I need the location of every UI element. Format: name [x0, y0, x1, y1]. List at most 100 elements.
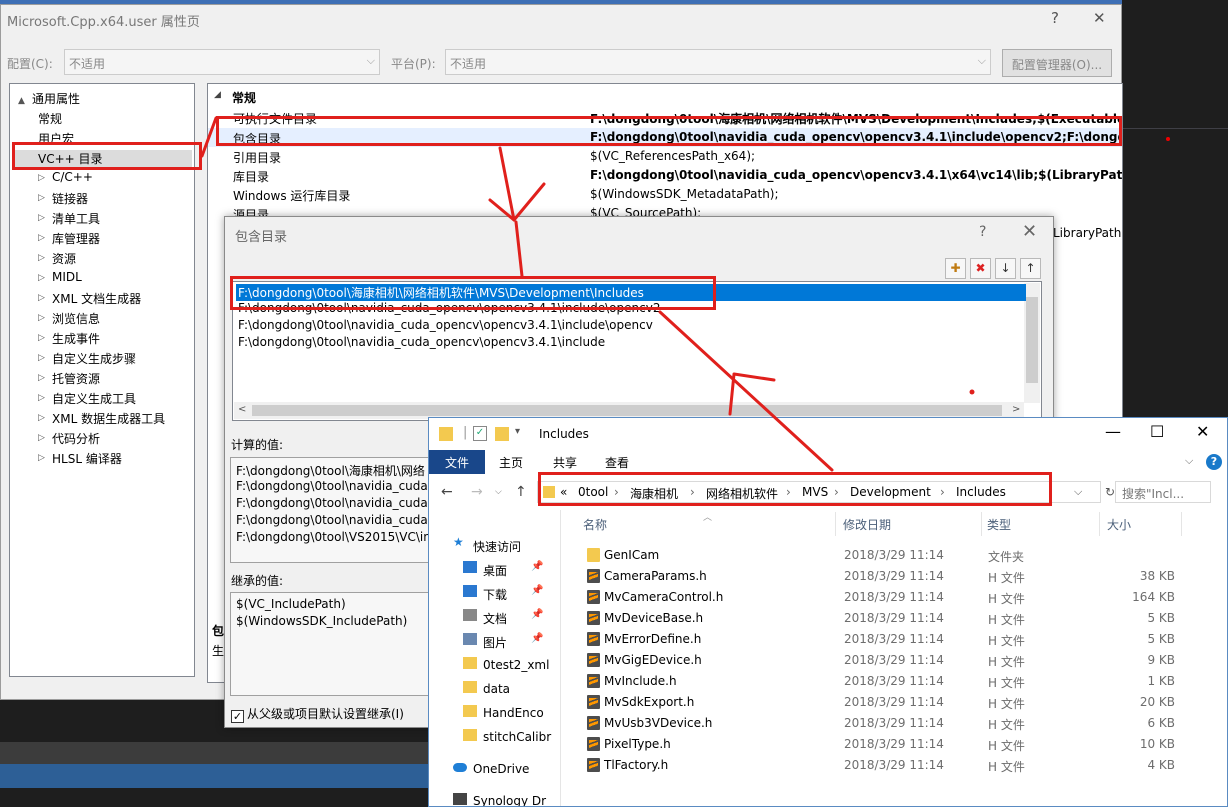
scroll-right-icon[interactable]: > [1012, 404, 1020, 415]
up-icon[interactable]: ↑ [515, 484, 527, 500]
file-row[interactable]: MvErrorDefine.h 2018/3/29 11:14 H 文件 5 KB [565, 629, 1225, 650]
breadcrumb-item[interactable]: 海康相机 [630, 485, 678, 502]
expand-icon[interactable]: ▷ [38, 233, 52, 243]
expand-icon[interactable]: ▷ [38, 433, 52, 443]
customize-toolbar-icon[interactable]: ▾ [515, 426, 520, 437]
new-folder-icon[interactable] [495, 427, 509, 441]
collapse-icon[interactable]: ▲ [18, 96, 32, 106]
expand-icon[interactable]: ▷ [38, 353, 52, 363]
chevron-down-icon[interactable]: ⌵ [1185, 454, 1193, 468]
tree-item[interactable]: ▷ MIDL [12, 270, 192, 290]
nav-item[interactable]: stitchCalibr [429, 726, 560, 748]
tree-item[interactable]: ▷ 库管理器 [12, 230, 192, 250]
tree-item[interactable]: ▷ 清单工具 [12, 210, 192, 230]
breadcrumb-item[interactable]: MVS [802, 485, 828, 499]
configuration-manager-button[interactable]: 配置管理器(O)... [1002, 49, 1112, 77]
expand-icon[interactable]: ▷ [38, 393, 52, 403]
chevron-down-icon[interactable]: ⌵ [1074, 485, 1082, 499]
properties-icon[interactable]: ✓ [473, 426, 487, 441]
help-button[interactable]: ? [979, 224, 986, 240]
include-path-list[interactable]: < > F:\dongdong\0tool\海康相机\网络相机软件\MVS\De… [232, 281, 1042, 421]
file-row[interactable]: MvGigEDevice.h 2018/3/29 11:14 H 文件 9 KB [565, 650, 1225, 671]
column-type[interactable]: 类型 [987, 516, 1011, 533]
grid-row[interactable]: 库目录 F:\dongdong\0tool\navidia_cuda_opencv… [208, 166, 1122, 185]
scroll-left-icon[interactable]: < [238, 404, 246, 415]
file-row[interactable]: GenICam 2018/3/29 11:14 文件夹 [565, 545, 1225, 566]
expand-icon[interactable]: ▷ [38, 173, 52, 183]
expand-icon[interactable]: ▷ [38, 413, 52, 423]
tree-item[interactable]: ▷ 代码分析 [12, 430, 192, 450]
maximize-icon[interactable]: ☐ [1150, 422, 1164, 441]
include-path-item[interactable]: F:\dongdong\0tool\海康相机\网络相机软件\MVS\Develo… [236, 284, 1026, 301]
column-separator[interactable] [981, 512, 982, 536]
pin-icon[interactable]: 📌 [531, 585, 543, 596]
column-separator[interactable] [835, 512, 836, 536]
nav-item[interactable]: 0test2_xml [429, 654, 560, 676]
file-row[interactable]: MvCameraControl.h 2018/3/29 11:14 H 文件 164 … [565, 587, 1225, 608]
expand-icon[interactable]: ▷ [38, 313, 52, 323]
expand-icon[interactable]: ▷ [38, 273, 52, 283]
nav-item[interactable]: Synology Dr [429, 790, 560, 806]
column-separator[interactable] [1181, 512, 1182, 536]
file-row[interactable]: MvSdkExport.h 2018/3/29 11:14 H 文件 20 KB [565, 692, 1225, 713]
column-separator[interactable] [1099, 512, 1100, 536]
expand-icon[interactable]: ▷ [38, 253, 52, 263]
tree-item[interactable]: ▷ 自定义生成工具 [12, 390, 192, 410]
expand-icon[interactable]: ▷ [38, 333, 52, 343]
nav-item[interactable]: ★ 快速访问 [429, 534, 560, 556]
minimize-icon[interactable]: — [1105, 422, 1121, 441]
breadcrumb-item[interactable]: 0tool [578, 485, 608, 499]
tree-item[interactable]: ▲ 通用属性 [12, 90, 192, 110]
pin-icon[interactable]: 📌 [531, 561, 543, 572]
chevron-right-icon[interactable]: › [614, 485, 619, 499]
forward-icon[interactable]: → [471, 484, 483, 500]
include-path-item[interactable]: F:\dongdong\0tool\navidia_cuda_opencv\op… [236, 318, 1026, 335]
tree-item[interactable]: VC++ 目录 [12, 150, 192, 170]
configuration-combo[interactable]: 不适用 ⌵ [64, 49, 380, 75]
grid-row[interactable]: 引用目录 $(VC_ReferencesPath_x64); [208, 147, 1122, 166]
refresh-icon[interactable]: ↻ [1105, 485, 1115, 499]
file-row[interactable]: MvUsb3VDevice.h 2018/3/29 11:14 H 文件 6 KB [565, 713, 1225, 734]
file-row[interactable]: MvInclude.h 2018/3/29 11:14 H 文件 1 KB [565, 671, 1225, 692]
collapse-icon[interactable]: ◢ [214, 90, 221, 100]
expand-icon[interactable]: ▷ [38, 193, 52, 203]
tree-item[interactable]: ▷ 资源 [12, 250, 192, 270]
expand-icon[interactable]: ▷ [38, 373, 52, 383]
column-name[interactable]: 名称 [583, 516, 607, 533]
close-icon[interactable]: ✕ [1196, 422, 1209, 441]
checkbox-icon[interactable]: ✓ [231, 710, 244, 723]
tree-item[interactable]: ▷ 浏览信息 [12, 310, 192, 330]
include-path-item[interactable]: F:\dongdong\0tool\navidia_cuda_opencv\op… [236, 301, 1026, 318]
nav-item[interactable]: data [429, 678, 560, 700]
nav-item[interactable]: HandEnco [429, 702, 560, 724]
column-date[interactable]: 修改日期 [843, 516, 891, 533]
scroll-thumb[interactable] [252, 405, 1002, 416]
pin-icon[interactable]: 📌 [531, 609, 543, 620]
move-down-icon[interactable]: ↓ [995, 258, 1016, 279]
delete-icon[interactable]: ✖ [970, 258, 991, 279]
nav-item[interactable]: OneDrive [429, 758, 560, 780]
nav-item[interactable]: 桌面 📌 [429, 558, 560, 580]
vertical-scrollbar[interactable] [1024, 283, 1040, 403]
expand-icon[interactable]: ▷ [38, 453, 52, 463]
ribbon-tab-share[interactable]: 共享 [553, 454, 577, 471]
nav-item[interactable]: 图片 📌 [429, 630, 560, 652]
close-button[interactable]: ✕ [1093, 9, 1106, 27]
file-row[interactable]: MvDeviceBase.h 2018/3/29 11:14 H 文件 5 KB [565, 608, 1225, 629]
pin-icon[interactable]: 📌 [531, 633, 543, 644]
breadcrumb-item[interactable]: Development [850, 485, 931, 499]
include-path-item[interactable]: F:\dongdong\0tool\navidia_cuda_opencv\op… [236, 335, 1026, 352]
tree-item[interactable]: 常规 [12, 110, 192, 130]
close-button[interactable]: ✕ [1022, 221, 1037, 242]
tree-item[interactable]: ▷ 托管资源 [12, 370, 192, 390]
address-bar[interactable]: « 0tool › 海康相机 › 网络相机软件 › MVS › Development › Inclu… [537, 481, 1101, 503]
breadcrumb-item[interactable]: Includes [956, 485, 1006, 499]
search-input[interactable]: 搜索"Incl... [1115, 481, 1211, 503]
expand-icon[interactable]: ▷ [38, 213, 52, 223]
move-up-icon[interactable]: ↑ [1020, 258, 1041, 279]
inherit-checkbox[interactable]: ✓ 从父级或项目默认设置继承(I) [231, 705, 404, 723]
tree-item[interactable]: ▷ HLSL 编译器 [12, 450, 192, 470]
tree-item[interactable]: ▷ 链接器 [12, 190, 192, 210]
ribbon-tab-home[interactable]: 主页 [499, 454, 523, 471]
column-size[interactable]: 大小 [1107, 516, 1131, 533]
